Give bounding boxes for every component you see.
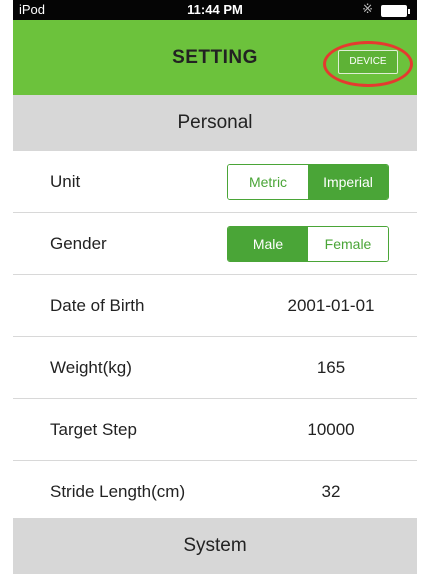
date-of-birth-label: Date of Birth <box>50 296 145 315</box>
gender-segmented-control: Male Female <box>227 226 389 262</box>
clock: 11:44 PM <box>187 2 243 17</box>
target-step-value[interactable]: 10000 <box>271 399 391 460</box>
setting-row-gender: Gender Male Female <box>13 213 417 275</box>
target-step-label: Target Step <box>50 420 137 439</box>
gender-option-female[interactable]: Female <box>308 227 388 261</box>
device-button[interactable]: DEVICE <box>338 50 398 74</box>
battery-icon <box>381 5 410 17</box>
app-screen: iPod 11:44 PM ※ SETTING DEVICE Personal … <box>13 0 417 574</box>
setting-row-weight[interactable]: Weight(kg) 165 <box>13 337 417 399</box>
weight-value[interactable]: 165 <box>271 337 391 398</box>
status-bar: iPod 11:44 PM ※ <box>13 0 417 20</box>
stride-length-value[interactable]: 32 <box>271 461 391 522</box>
date-of-birth-value[interactable]: 2001-01-01 <box>271 275 391 336</box>
unit-option-imperial[interactable]: Imperial <box>308 165 388 199</box>
gender-label: Gender <box>50 234 107 253</box>
setting-row-stride-length[interactable]: Stride Length(cm) 32 <box>13 461 417 523</box>
unit-segmented-control: Metric Imperial <box>227 164 389 200</box>
bluetooth-icon: ※ <box>362 1 373 16</box>
gender-option-male[interactable]: Male <box>228 227 308 261</box>
stride-length-label: Stride Length(cm) <box>50 482 186 501</box>
setting-row-target-step[interactable]: Target Step 10000 <box>13 399 417 461</box>
nav-bar: SETTING DEVICE <box>13 20 417 95</box>
section-header-personal: Personal <box>13 95 417 151</box>
weight-label: Weight(kg) <box>50 358 132 377</box>
section-header-system: System <box>13 518 417 574</box>
setting-row-date-of-birth[interactable]: Date of Birth 2001-01-01 <box>13 275 417 337</box>
unit-label: Unit <box>50 172 81 191</box>
setting-row-unit: Unit Metric Imperial <box>13 151 417 213</box>
unit-option-metric[interactable]: Metric <box>228 165 308 199</box>
